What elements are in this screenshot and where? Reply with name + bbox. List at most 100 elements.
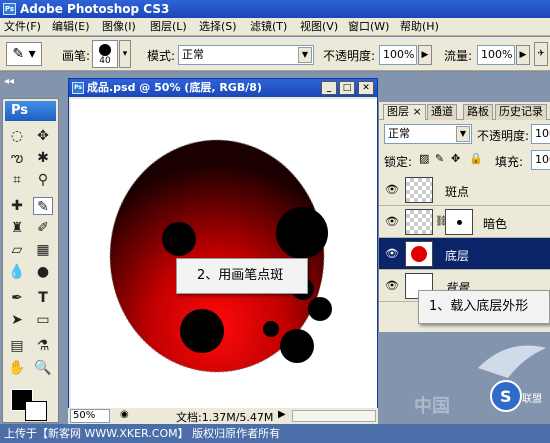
- zoom-tool-icon[interactable]: 🔍: [33, 359, 53, 377]
- spot: [162, 222, 196, 256]
- dodge-tool-icon[interactable]: ●: [33, 263, 53, 281]
- collapse-panels-icon[interactable]: ◂◂: [4, 76, 14, 87]
- ps-logo: Ps: [5, 101, 56, 121]
- fill-input[interactable]: 100: [531, 150, 550, 170]
- eye-icon[interactable]: 👁: [385, 279, 399, 293]
- magic-wand-tool-icon[interactable]: ✱: [33, 149, 53, 167]
- brush-preset-picker[interactable]: 40: [92, 40, 118, 68]
- pen-tool-icon[interactable]: ✒: [7, 289, 27, 307]
- menu-edit[interactable]: 编辑(E): [52, 20, 90, 34]
- zoom-level[interactable]: 50%: [70, 409, 110, 423]
- layer-name: 底层: [445, 249, 470, 263]
- blur-tool-icon[interactable]: 💧: [7, 263, 27, 281]
- flow-input[interactable]: 100%: [477, 45, 515, 65]
- flow-slider-button[interactable]: ▶: [516, 45, 530, 65]
- status-info-icon[interactable]: ◉: [120, 409, 129, 420]
- opacity-slider-button[interactable]: ▶: [418, 45, 432, 65]
- menu-window[interactable]: 窗口(W): [348, 20, 389, 34]
- tab-layers[interactable]: 图层 ×: [383, 104, 426, 120]
- lock-position-icon[interactable]: ✥: [451, 152, 460, 165]
- history-brush-tool-icon[interactable]: ✐: [33, 219, 53, 237]
- layer-thumbnail: [405, 241, 433, 267]
- menu-file[interactable]: 文件(F): [4, 20, 41, 34]
- minimize-button[interactable]: _: [321, 81, 337, 95]
- lock-image-icon[interactable]: ✎: [435, 152, 444, 165]
- ladybug-artwork: [109, 139, 332, 373]
- close-button[interactable]: ✕: [358, 81, 374, 95]
- tool-options-bar: ✎ ▾ 画笔: 40 ▾ 模式: 正常 ▼ 不透明度: 100% ▶ 流量: 1…: [0, 37, 550, 71]
- document-title: 成品.psd @ 50% (底层, RGB/8): [87, 81, 262, 94]
- mode-select[interactable]: 正常 ▼: [178, 45, 314, 65]
- mode-value: 正常: [182, 48, 204, 61]
- eraser-tool-icon[interactable]: ▱: [7, 241, 27, 259]
- lasso-tool-icon[interactable]: ఌ: [7, 149, 27, 167]
- menu-select[interactable]: 选择(S): [199, 20, 237, 34]
- healing-brush-tool-icon[interactable]: ✚: [7, 197, 27, 215]
- clone-stamp-tool-icon[interactable]: ♜: [7, 219, 27, 237]
- eyedropper-tool-icon[interactable]: ⚲: [33, 171, 53, 189]
- title-bar: Ps Adobe Photoshop CS3: [0, 0, 550, 18]
- upload-credit: 上传于【新客网 WWW.XKER.COM】 版权归原作者所有: [4, 427, 281, 440]
- menu-help[interactable]: 帮助(H): [400, 20, 439, 34]
- layer-row-shadow[interactable]: 👁 ⛓ 暗色: [379, 206, 550, 238]
- document-window: Ps 成品.psd @ 50% (底层, RGB/8) _ □ ✕: [68, 78, 378, 418]
- hand-tool-icon[interactable]: ✋: [7, 359, 27, 377]
- lock-all-icon[interactable]: 🔒: [469, 152, 483, 165]
- type-tool-icon[interactable]: T: [33, 289, 53, 307]
- menu-layer[interactable]: 图层(L): [150, 20, 187, 34]
- doc-size: 文档:1.37M/5.47M: [176, 411, 274, 424]
- status-arrow-icon[interactable]: ▶: [278, 409, 286, 420]
- brush-size: 40: [99, 56, 111, 66]
- svg-text:S: S: [500, 387, 512, 406]
- menu-image[interactable]: 图像(I): [102, 20, 136, 34]
- menu-view[interactable]: 视图(V): [300, 20, 338, 34]
- path-selection-tool-icon[interactable]: ➤: [7, 311, 27, 329]
- watermark-logo: S 联盟: [478, 345, 546, 412]
- layer-thumbnail: [405, 177, 433, 203]
- tab-history[interactable]: 历史记录: [495, 104, 547, 120]
- blend-mode-value: 正常: [388, 127, 410, 140]
- document-canvas[interactable]: [71, 99, 377, 409]
- layer-thumbnail: [405, 209, 433, 235]
- chevron-down-icon: ▼: [456, 126, 470, 142]
- shape-tool-icon[interactable]: ▭: [33, 311, 53, 329]
- marquee-tool-icon[interactable]: ◌: [7, 127, 27, 145]
- gradient-tool-icon[interactable]: ▦: [33, 241, 53, 259]
- document-title-bar: Ps 成品.psd @ 50% (底层, RGB/8) _ □ ✕: [69, 79, 377, 97]
- toolbox: Ps ◌ ✥ ఌ ✱ ⌗ ⚲ ✚ ✎ ♜ ✐ ▱ ▦ 💧 ● ✒ T ➤ ▭ ▤…: [2, 98, 59, 423]
- status-bar: 50% ◉ 文档:1.37M/5.47M ▶: [68, 408, 378, 424]
- tab-paths[interactable]: 路板: [463, 104, 493, 120]
- layers-panel-tabs: 图层 × 通道 路板 历史记录: [379, 102, 550, 120]
- brush-picker-dropdown[interactable]: ▾: [119, 40, 131, 68]
- blend-mode-select[interactable]: 正常 ▼: [384, 124, 472, 144]
- eye-icon[interactable]: 👁: [385, 183, 399, 197]
- menu-filter[interactable]: 滤镜(T): [250, 20, 287, 34]
- layer-opacity-label: 不透明度:: [477, 129, 530, 143]
- layer-row-spots[interactable]: 👁 斑点: [379, 174, 550, 206]
- eyedropper-icon[interactable]: ⚗: [33, 337, 53, 355]
- maximize-button[interactable]: □: [339, 81, 355, 95]
- notes-tool-icon[interactable]: ▤: [7, 337, 27, 355]
- lock-transparency-icon[interactable]: ▨: [419, 152, 429, 165]
- svg-text:联盟: 联盟: [522, 393, 542, 405]
- opacity-input[interactable]: 100%: [379, 45, 417, 65]
- background-color-swatch[interactable]: [25, 401, 47, 421]
- airbrush-icon[interactable]: ✈: [534, 42, 548, 66]
- eye-icon[interactable]: 👁: [385, 215, 399, 229]
- brush-label: 画笔:: [62, 49, 91, 63]
- lock-label: 锁定:: [384, 155, 413, 169]
- layer-row-base[interactable]: 👁 底层: [379, 238, 550, 270]
- brush-tip-icon: [99, 44, 111, 56]
- tab-channels[interactable]: 通道: [427, 104, 457, 120]
- tool-preset-picker[interactable]: ✎ ▾: [6, 42, 42, 66]
- photoshop-app-icon: Ps: [3, 3, 16, 15]
- flow-label: 流量:: [444, 49, 473, 63]
- brush-tool-icon[interactable]: ✎: [33, 197, 53, 215]
- spot: [280, 329, 314, 363]
- layer-opacity-input[interactable]: 100: [531, 124, 550, 144]
- eye-icon[interactable]: 👁: [385, 247, 399, 261]
- move-tool-icon[interactable]: ✥: [33, 127, 53, 145]
- spot: [276, 207, 328, 259]
- horizontal-scrollbar[interactable]: [292, 410, 376, 422]
- crop-tool-icon[interactable]: ⌗: [7, 171, 27, 189]
